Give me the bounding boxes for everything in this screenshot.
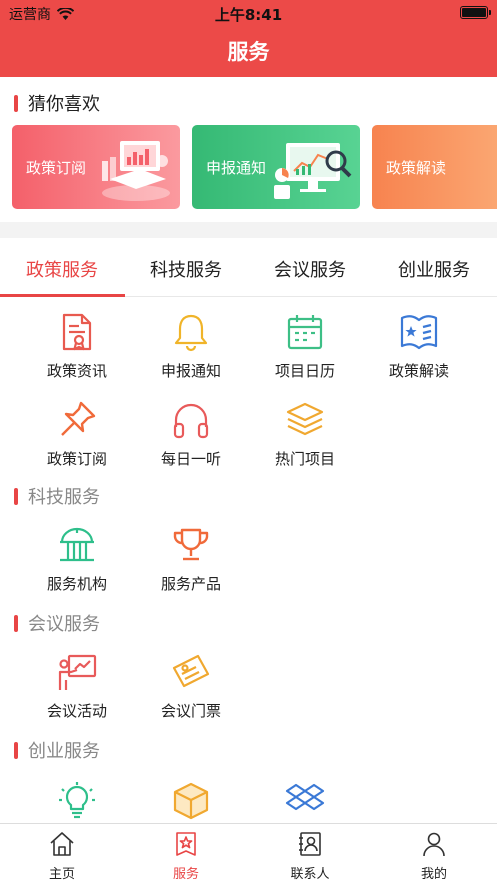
- grid-item-label: 政策资讯: [46, 362, 107, 380]
- section-marker: [14, 487, 18, 505]
- grid-item-label: 政策订阅: [46, 450, 107, 468]
- section-marker: [14, 741, 18, 759]
- tech-section-title: 科技服务: [28, 487, 100, 508]
- headphones-icon: [173, 403, 209, 439]
- battery-icon: [460, 6, 491, 19]
- grid-item-label: 会议门票: [160, 702, 221, 720]
- recommend-card-declaration-notice[interactable]: 申报通知: [192, 125, 360, 209]
- active-tab-indicator: [0, 294, 125, 297]
- meeting-section-title: 会议服务: [28, 614, 100, 635]
- tabbar-contacts[interactable]: 联系人: [248, 824, 372, 883]
- layers-icon: [286, 402, 324, 436]
- data-dashboard-illustration: [102, 141, 170, 201]
- bottom-tab-bar: 主页 服务 联系人 我的: [0, 823, 497, 883]
- tabbar-label: 主页: [48, 867, 75, 882]
- book-star-icon: [400, 315, 438, 350]
- contacts-icon: [299, 832, 321, 856]
- tab-policy-service[interactable]: 政策服务: [0, 256, 124, 282]
- institution-icon: [60, 527, 94, 562]
- grid-item-label: 每日一听: [160, 450, 221, 468]
- tabbar-label: 联系人: [290, 867, 330, 882]
- presentation-icon: [58, 654, 97, 690]
- tabbar-mine[interactable]: 我的: [372, 824, 496, 883]
- section-marker: [14, 614, 18, 632]
- dropbox-icon: [285, 783, 325, 811]
- analytics-screen-illustration: [274, 143, 352, 199]
- service-tabs: 政策服务 科技服务 会议服务 创业服务: [0, 238, 497, 297]
- grid-item-policy-subscribe[interactable]: 政策订阅: [20, 400, 134, 478]
- user-icon: [423, 832, 445, 857]
- recommend-card-policy-interpretation[interactable]: 政策解读: [372, 125, 497, 209]
- grid-item-service-institution[interactable]: 服务机构: [20, 525, 134, 603]
- grid-item-declaration-notice[interactable]: 申报通知: [134, 312, 248, 390]
- tab-tech-service[interactable]: 科技服务: [124, 256, 248, 282]
- tabbar-service[interactable]: 服务: [124, 824, 248, 883]
- page-title: 服务: [227, 40, 270, 64]
- tech-section-header: 科技服务: [14, 483, 100, 509]
- section-marker: [14, 94, 18, 112]
- tabbar-home[interactable]: 主页: [0, 824, 124, 883]
- recommend-carousel[interactable]: 政策订阅 申报通知 政策解读: [12, 125, 497, 209]
- meeting-section-header: 会议服务: [14, 610, 100, 636]
- grid-item-meeting-ticket[interactable]: 会议门票: [134, 652, 248, 730]
- grid-item-project-calendar[interactable]: 项目日历: [248, 312, 362, 390]
- status-bar: 运营商 上午8:41: [0, 0, 497, 26]
- tabbar-label: 服务: [172, 867, 199, 882]
- calendar-icon: [287, 315, 323, 350]
- grid-item-hot-projects[interactable]: 热门项目: [248, 400, 362, 478]
- section-divider: [0, 222, 497, 238]
- startup-section-header: 创业服务: [14, 737, 100, 763]
- recommend-card-policy-subscribe[interactable]: 政策订阅: [12, 125, 180, 209]
- grid-item-meeting-activity[interactable]: 会议活动: [20, 652, 134, 730]
- grid-item-label: 热门项目: [274, 450, 335, 468]
- ticket-icon: [172, 654, 210, 688]
- bell-icon: [174, 314, 208, 352]
- grid-item-label: 政策解读: [388, 362, 449, 380]
- grid-item-policy-interpretation[interactable]: 政策解读: [362, 312, 476, 390]
- recommend-section-header: 猜你喜欢: [14, 90, 100, 116]
- tab-meeting-service[interactable]: 会议服务: [248, 256, 372, 282]
- box-icon: [173, 782, 209, 820]
- grid-item-label: 服务产品: [160, 575, 221, 593]
- grid-item-label: 服务机构: [46, 575, 107, 593]
- app-header: 运营商 上午8:41 服务: [0, 0, 497, 77]
- service-star-icon: [176, 832, 196, 856]
- tab-startup-service[interactable]: 创业服务: [372, 256, 496, 282]
- startup-section-title: 创业服务: [28, 741, 100, 762]
- status-time: 上午8:41: [214, 6, 283, 24]
- card-label: 政策解读: [386, 159, 447, 177]
- grid-item-service-product[interactable]: 服务产品: [134, 525, 248, 603]
- grid-item-label: 申报通知: [160, 362, 221, 380]
- document-badge-icon: [62, 313, 92, 351]
- pushpin-icon: [61, 401, 96, 436]
- home-icon: [50, 832, 74, 856]
- card-label: 申报通知: [206, 159, 267, 177]
- lightbulb-icon: [59, 782, 95, 819]
- card-label: 政策订阅: [26, 159, 87, 177]
- grid-item-label: 项目日历: [274, 362, 335, 380]
- grid-item-policy-news[interactable]: 政策资讯: [20, 312, 134, 390]
- tabbar-label: 我的: [420, 867, 447, 882]
- recommend-title: 猜你喜欢: [28, 94, 100, 115]
- trophy-icon: [173, 528, 209, 561]
- grid-item-label: 会议活动: [46, 702, 107, 720]
- grid-item-daily-listen[interactable]: 每日一听: [134, 400, 248, 478]
